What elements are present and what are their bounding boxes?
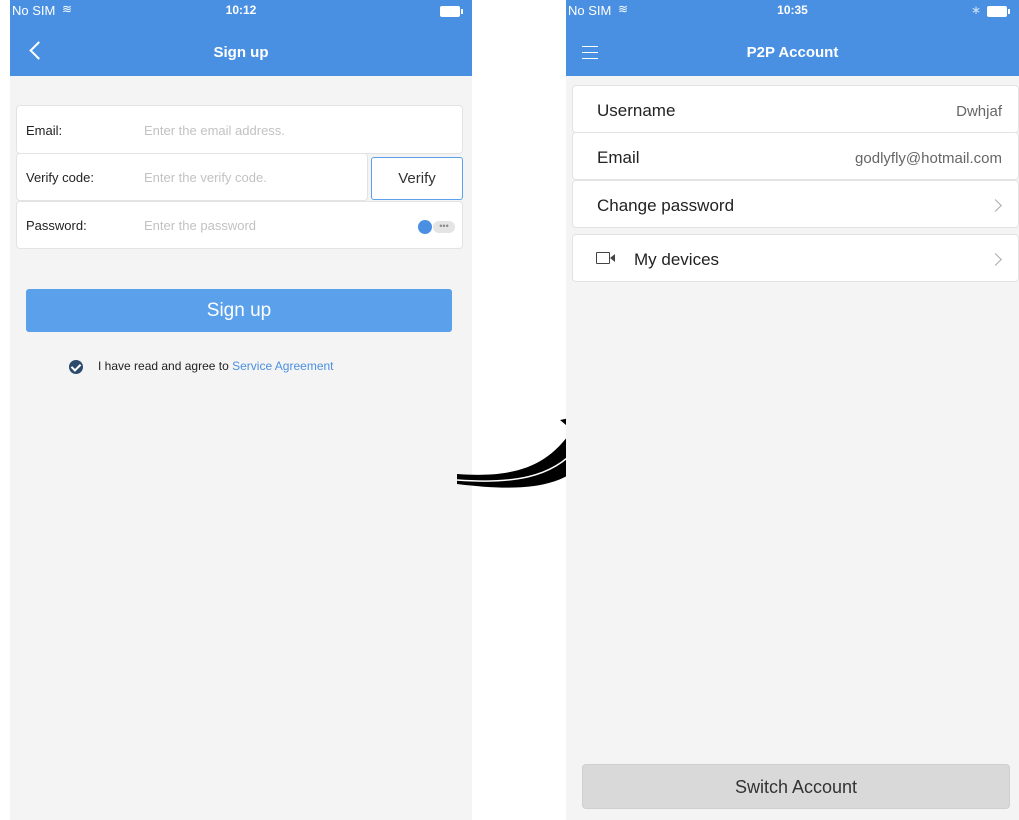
status-bar: No SIM ≋ 10:12 [10,0,472,22]
email-value: godlyfly@hotmail.com [855,150,1002,167]
verify-code-row: Verify code: Enter the verify code. [16,153,368,201]
password-row: Password: Enter the password [16,201,463,249]
verify-code-field[interactable]: Enter the verify code. [144,170,267,185]
page-title: P2P Account [746,44,839,61]
service-agreement-link[interactable]: Service Agreement [232,359,333,373]
chevron-right-icon [989,253,1002,266]
username-row: Username Dwhjaf [572,85,1019,133]
verify-button[interactable]: Verify [371,157,463,200]
chevron-right-icon [989,199,1002,212]
sign-up-button[interactable]: Sign up [26,289,452,332]
toggle-knob [418,220,432,234]
verify-code-label: Verify code: [26,170,94,185]
password-field[interactable]: Enter the password [144,218,256,233]
username-value: Dwhjaf [956,103,1002,120]
switch-account-button[interactable]: Switch Account [582,764,1010,809]
toggle-dots: ••• [433,221,455,233]
signup-screen: No SIM ≋ 10:12 Sign up Email: Enter the … [10,0,472,820]
email-field[interactable]: Enter the email address. [144,123,285,138]
status-bar: No SIM ≋ 10:35 ∗ [566,0,1019,22]
agreement-text: I have read and agree to Service Agreeme… [98,359,334,373]
nav-bar: P2P Account [566,22,1019,76]
change-password-row[interactable]: Change password [572,180,1019,228]
email-row: Email godlyfly@hotmail.com [572,132,1019,180]
video-camera-icon [596,252,615,264]
page-title: Sign up [213,44,269,61]
battery-icon [440,6,463,17]
status-time: 10:12 [225,3,257,17]
nav-bar: Sign up [10,22,472,76]
my-devices-label: My devices [634,250,720,269]
email-label: Email: [26,123,63,138]
email-label: Email [597,148,640,167]
my-devices-row[interactable]: My devices [572,234,1019,282]
agreement-checkbox[interactable] [69,360,83,374]
change-password-label: Change password [597,196,735,215]
agreement-label: I have read and agree to [98,359,233,373]
show-password-toggle[interactable]: ••• [418,220,456,234]
account-screen: No SIM ≋ 10:35 ∗ P2P Account Username Dw… [566,0,1019,820]
status-time: 10:35 [777,3,808,17]
password-label: Password: [26,218,87,233]
email-row: Email: Enter the email address. [16,105,463,154]
username-label: Username [597,101,676,120]
battery-icon [987,6,1010,17]
bluetooth-icon: ∗ [970,3,981,17]
